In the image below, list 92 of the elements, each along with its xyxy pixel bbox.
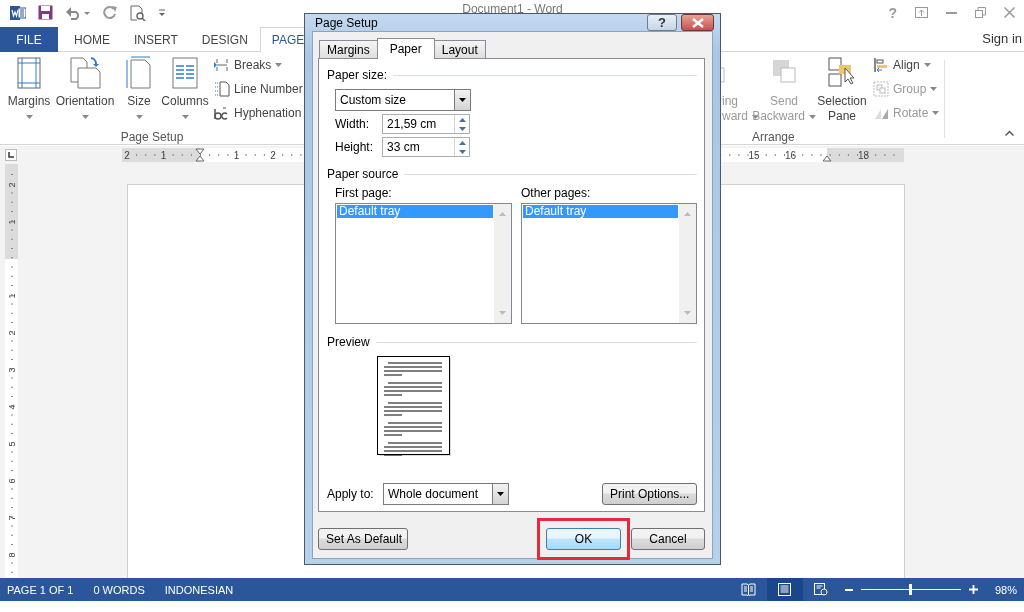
ribbon-button[interactable]: Size (119, 56, 159, 128)
ruler-number: 5 (7, 441, 17, 447)
ruler-number: 1 (233, 150, 240, 161)
page-break-icon (214, 57, 230, 73)
ribbon-button[interactable]: Columns (159, 56, 211, 128)
field-label: Width: (335, 117, 370, 131)
dropdown-arrow-icon (459, 98, 466, 102)
print-preview-icon[interactable] (130, 4, 146, 21)
ribbon-tab[interactable]: HOME (62, 27, 122, 52)
ruler-number: 6 (7, 478, 17, 484)
ribbon-tab[interactable]: FILE (0, 27, 58, 52)
field-label: Apply to: (327, 487, 375, 501)
indent-marker-icon[interactable] (195, 148, 205, 162)
ruler-number: 8 (7, 552, 17, 558)
dialog-tab[interactable]: Paper (376, 38, 435, 59)
ribbon-display-icon[interactable] (915, 7, 928, 18)
minimize-icon[interactable] (946, 11, 957, 14)
line-numbers-icon (214, 81, 230, 97)
ribbon-button[interactable]: Line Number (214, 80, 303, 98)
zoom-level[interactable]: 98% (994, 583, 1017, 596)
section-heading: Paper size: (327, 68, 388, 82)
section-heading: Paper source (327, 167, 399, 181)
group-label: Page Setup (120, 130, 184, 144)
apply-to-dropdown[interactable]: Whole document (383, 483, 509, 505)
status-item[interactable]: PAGE 1 OF 1 (7, 583, 74, 596)
status-item[interactable]: 0 WORDS (93, 583, 145, 596)
print-options-button[interactable]: Print Options... (602, 483, 697, 505)
ribbon-button[interactable]: Orientation (54, 56, 116, 128)
ruler-number: 1 (7, 219, 17, 225)
spin-field[interactable]: 21,59 cm (382, 114, 470, 134)
help-button[interactable]: ? (647, 14, 677, 31)
close-icon[interactable] (1004, 7, 1015, 18)
spin-down-icon[interactable] (458, 149, 466, 154)
scrollbar[interactable] (679, 204, 696, 323)
close-button[interactable] (681, 14, 714, 31)
ruler-number: 2 (124, 150, 130, 161)
ruler-number: 18 (857, 150, 870, 161)
zoom-in-icon[interactable] (968, 585, 978, 594)
indent-marker-icon[interactable] (822, 155, 832, 162)
redo-icon[interactable] (103, 5, 118, 20)
set-default-button[interactable]: Set As Default (318, 528, 408, 550)
ribbon-button[interactable]: Breaks (214, 56, 303, 74)
ruler-number: 16 (784, 150, 797, 161)
undo-icon[interactable] (65, 5, 91, 20)
status-item[interactable]: INDONESIAN (164, 583, 234, 596)
group-label: Arrange (752, 130, 795, 144)
print-layout-icon[interactable] (766, 578, 803, 601)
dropdown-arrow-icon (497, 492, 504, 496)
pages-icon (68, 56, 102, 90)
ribbon-button[interactable]: Hyphenation (214, 104, 303, 122)
zoom-out-icon[interactable] (844, 588, 853, 591)
close-icon (691, 17, 704, 28)
ruler-number: 2 (7, 330, 17, 336)
window-title: Document1 - Word (462, 1, 563, 16)
ruler-number: 1 (160, 150, 167, 161)
field-label: Height: (335, 140, 375, 154)
paper-size-dropdown[interactable]: Custom size (335, 89, 471, 111)
word-logo-icon (10, 4, 26, 21)
align-icon (873, 57, 889, 73)
list-label: Other pages: (521, 186, 592, 201)
ruler-number: 1 (7, 293, 17, 299)
ruler-number: 3 (7, 367, 17, 373)
ruler-number: 7 (7, 515, 17, 521)
ribbon-button[interactable]: Align (873, 56, 940, 74)
section-heading: Preview (327, 335, 370, 349)
spin-field[interactable]: 33 cm (382, 137, 470, 157)
scrollbar[interactable] (494, 204, 511, 323)
hyphenation-icon (214, 105, 230, 121)
dialog-tab[interactable]: Margins (319, 40, 378, 58)
save-icon[interactable] (38, 5, 53, 20)
customize-caret-icon[interactable] (158, 8, 166, 17)
spin-down-icon[interactable] (458, 126, 466, 131)
ribbon-button[interactable]: Margins (4, 56, 54, 128)
dialog-tab[interactable]: Layout (433, 40, 486, 58)
collapse-ribbon-icon[interactable] (1005, 130, 1014, 136)
zoom-slider-thumb[interactable] (908, 584, 912, 595)
tab-selector-icon[interactable] (5, 149, 17, 161)
sign-in-link[interactable]: Sign in (982, 30, 1024, 46)
cancel-button[interactable]: Cancel (631, 528, 705, 550)
ribbon-tab[interactable]: DESIGN (189, 27, 260, 52)
ribbon-tab[interactable]: INSERT (122, 27, 190, 52)
restore-icon[interactable] (975, 7, 986, 18)
ok-button[interactable]: OK (546, 528, 621, 550)
ruler-number: 4 (7, 404, 17, 410)
ribbon-button[interactable]: Selection Pane (814, 56, 870, 128)
list-label: First page: (335, 186, 393, 201)
ruler-number: 2 (270, 150, 276, 161)
ruler-number: 2 (7, 182, 17, 188)
dialog-title: Page Setup (315, 15, 378, 30)
ruler-number: 15 (748, 150, 760, 161)
group-icon (873, 81, 889, 97)
spin-up-icon[interactable] (458, 117, 466, 122)
